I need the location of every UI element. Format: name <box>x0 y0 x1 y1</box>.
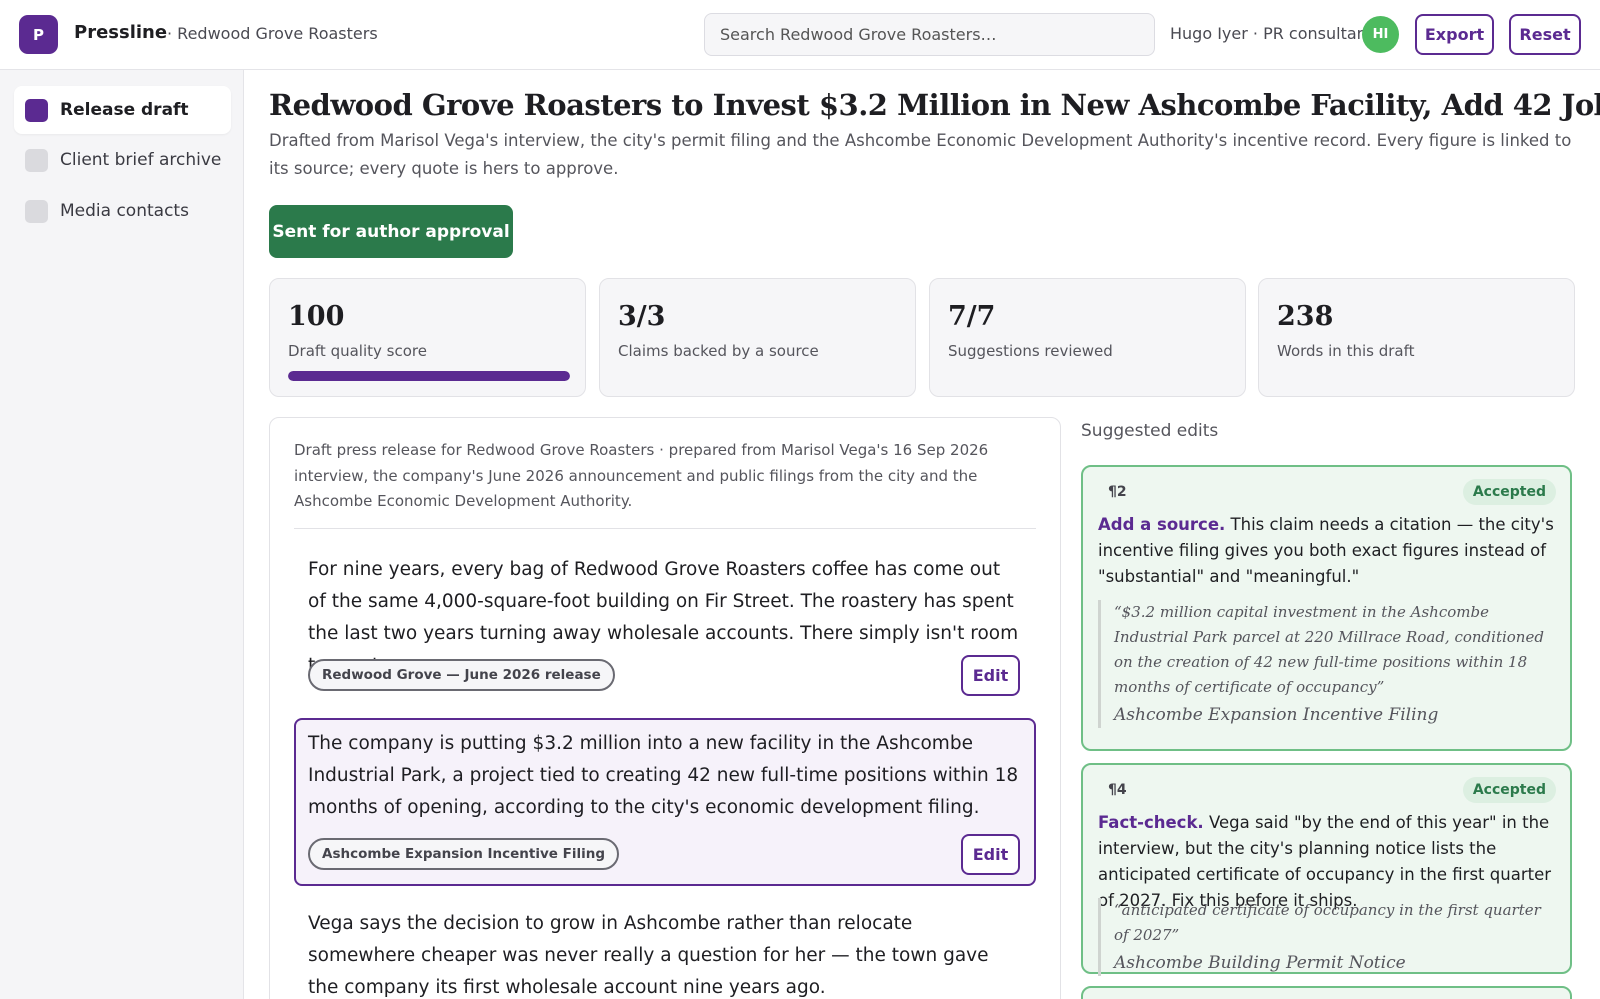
quote-text: “anticipated certificate of occupancy in… <box>1114 901 1541 944</box>
quote-text: “$3.2 million capital investment in the … <box>1114 603 1544 696</box>
sidebar-item-media-contacts[interactable]: Media contacts <box>14 187 231 235</box>
stat-value: 238 <box>1277 301 1334 332</box>
media-contacts-icon <box>25 199 48 223</box>
page-subtitle: Drafted from Marisol Vega's interview, t… <box>269 131 1572 178</box>
source-quote: “$3.2 million capital investment in the … <box>1098 600 1560 728</box>
avatar[interactable]: HI <box>1362 16 1399 53</box>
stat-label: Draft quality score <box>288 342 427 360</box>
quote-source: Ashcombe Expansion Incentive Filing <box>1114 705 1439 725</box>
reset-button[interactable]: Reset <box>1509 14 1581 55</box>
export-button[interactable]: Export <box>1415 14 1494 55</box>
source-pill[interactable]: Redwood Grove — June 2026 release <box>308 659 615 691</box>
draft-paragraph-selected[interactable]: The company is putting $3.2 million into… <box>294 718 1036 886</box>
sidebar-item-release-draft[interactable]: Release draft <box>14 86 231 134</box>
stat-card-claims-backed: 3/3 Claims backed by a source <box>599 278 916 397</box>
suggestion-card[interactable]: ¶2 Accepted Add a source. This claim nee… <box>1081 465 1572 751</box>
suggestion-action: Add a source. <box>1098 515 1226 534</box>
stat-value: 100 <box>288 301 345 332</box>
suggestion-card[interactable]: ¶4 Accepted Fact-check. Vega said "by th… <box>1081 763 1572 976</box>
stat-label: Words in this draft <box>1277 342 1415 360</box>
suggestion-action: Fact-check. <box>1098 813 1204 832</box>
stat-value: 3/3 <box>618 301 666 332</box>
quality-progress-fill <box>288 371 570 381</box>
paragraph-reference: ¶4 <box>1108 782 1127 798</box>
search-input[interactable] <box>704 13 1155 56</box>
quality-progress-bar <box>288 371 570 381</box>
draft-panel: Draft press release for Redwood Grove Ro… <box>269 417 1061 999</box>
status-badge: Accepted <box>1462 479 1556 505</box>
app-logo[interactable]: P <box>19 15 58 54</box>
draft-paragraph[interactable]: For nine years, every bag of Redwood Gro… <box>294 544 1036 704</box>
stat-label: Suggestions reviewed <box>948 342 1113 360</box>
draft-intro: Draft press release for Redwood Grove Ro… <box>294 441 989 510</box>
paragraph-reference: ¶2 <box>1108 484 1127 500</box>
source-quote: “anticipated certificate of occupancy in… <box>1098 898 1560 976</box>
stat-card-suggestions-reviewed: 7/7 Suggestions reviewed <box>929 278 1246 397</box>
edit-paragraph-button[interactable]: Edit <box>961 655 1020 696</box>
draft-paragraph[interactable]: Vega says the decision to grow in Ashcom… <box>294 898 1036 999</box>
stat-card-word-count: 238 Words in this draft <box>1258 278 1575 397</box>
paragraph-text: The company is putting $3.2 million into… <box>308 733 1019 818</box>
sidebar: Release draft Client brief archive Media… <box>0 70 244 999</box>
sidebar-item-client-brief-archive[interactable]: Client brief archive <box>14 136 231 184</box>
sidebar-item-label: Media contacts <box>60 201 189 221</box>
brand-name: Pressline <box>74 22 168 43</box>
paragraph-text: Vega says the decision to grow in Ashcom… <box>308 913 989 998</box>
page-title: Redwood Grove Roasters to Invest $3.2 Mi… <box>269 88 1600 122</box>
stat-label: Claims backed by a source <box>618 342 819 360</box>
sidebar-item-label: Client brief archive <box>60 150 222 170</box>
stat-value: 7/7 <box>948 301 996 332</box>
divider <box>294 528 1036 529</box>
client-brief-archive-icon <box>25 148 48 172</box>
source-pill[interactable]: Ashcombe Expansion Incentive Filing <box>308 838 620 870</box>
user-name: Hugo Iyer · PR consultant <box>1170 24 1374 43</box>
release-draft-icon <box>25 98 48 122</box>
stat-card-quality-score: 100 Draft quality score <box>269 278 586 397</box>
suggestion-body: Add a source. This claim needs a citatio… <box>1098 512 1560 590</box>
top-bar: P Pressline · Redwood Grove Roasters Hug… <box>0 0 1600 70</box>
quote-source: Ashcombe Building Permit Notice <box>1114 953 1406 973</box>
breadcrumb: · Redwood Grove Roasters <box>167 24 378 43</box>
suggestion-card[interactable] <box>1081 986 1572 999</box>
author-approval-status-button[interactable]: Sent for author approval <box>269 205 513 258</box>
edit-paragraph-button[interactable]: Edit <box>961 834 1020 875</box>
sidebar-item-label: Release draft <box>60 100 189 120</box>
suggested-edits-heading: Suggested edits <box>1081 421 1219 441</box>
status-badge: Accepted <box>1462 777 1556 803</box>
